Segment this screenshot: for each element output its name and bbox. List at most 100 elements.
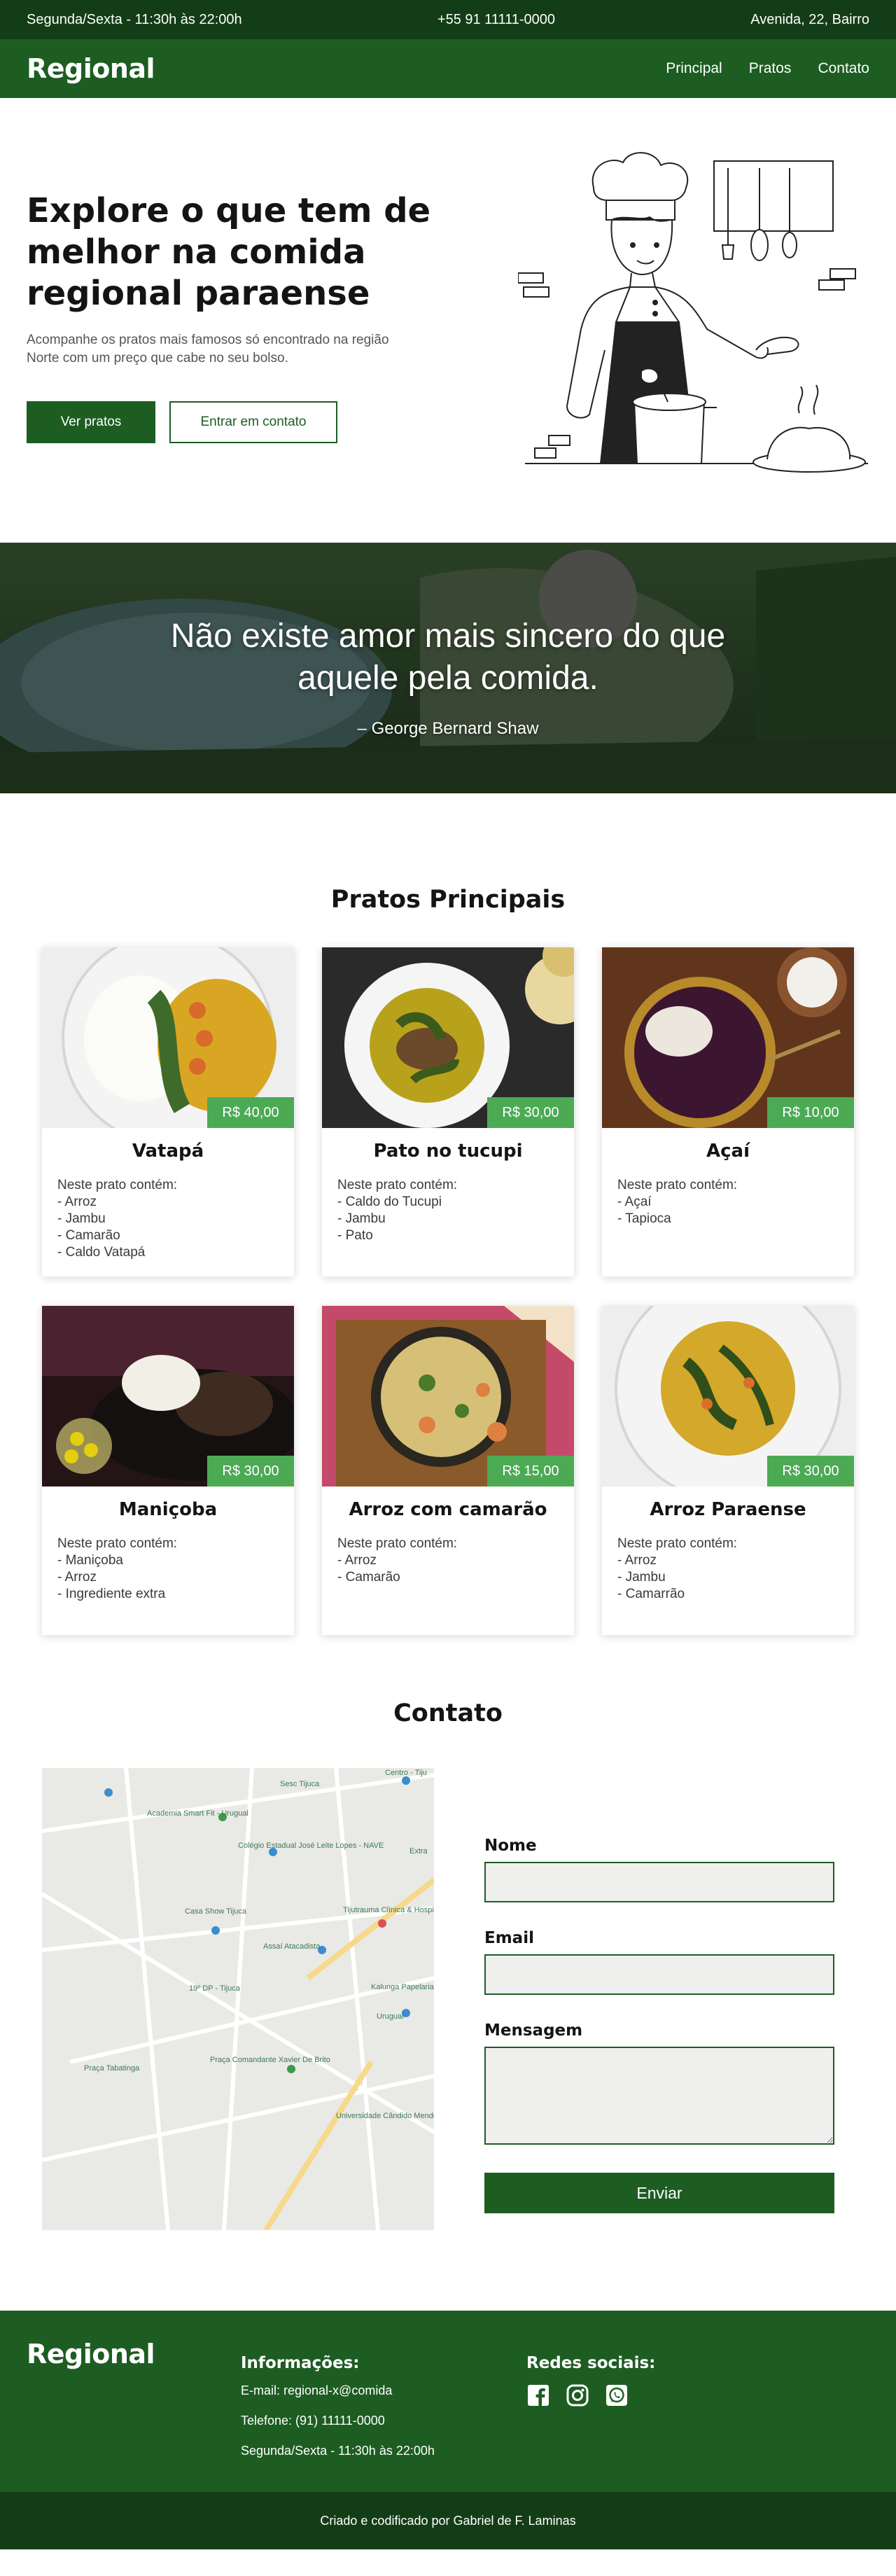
map-label: 19º DP - Tijuca	[189, 1984, 241, 1993]
ingredient: - Caldo Vatapá	[57, 1245, 146, 1260]
dish-ingredients: Neste prato contém: - Arroz - Camarão	[337, 1536, 574, 1586]
hero-title: Explore o que tem de melhor na comida re…	[27, 191, 431, 313]
map-label: Universidade Cândido Mendes Tijuca	[336, 2112, 434, 2120]
brand-logo[interactable]: Regional	[27, 53, 155, 84]
dishes-section: Pratos Principais R$ 40,00 Vatapá Neste …	[0, 793, 896, 1699]
dish-card-pato-no-tucupi[interactable]: R$ 30,00 Pato no tucupi Neste prato cont…	[322, 947, 574, 1276]
whatsapp-icon[interactable]	[605, 2383, 629, 2407]
map-label: Praça Tabatinga	[84, 2064, 140, 2073]
message-label: Mensagem	[484, 2021, 583, 2040]
map-label: Praça Comandante Xavier De Brito	[210, 2056, 330, 2064]
quote-banner: Não existe amor mais sincero do que aque…	[0, 543, 896, 793]
map-label: Centro - Tiju	[385, 1769, 427, 1777]
dish-name: Pato no tucupi	[373, 1141, 523, 1162]
footer-email: E-mail: regional-x@comida	[241, 2383, 393, 2397]
quote-content: Não existe amor mais sincero do que aque…	[0, 543, 896, 739]
ingredient: - Camarão	[57, 1228, 120, 1243]
address: Avenida, 22, Bairro	[750, 11, 869, 27]
map-label: Uruguai	[377, 2012, 404, 2021]
hero-subtitle: Acompanhe os pratos mais famosos só enco…	[27, 333, 389, 365]
name-field[interactable]	[484, 1862, 834, 1902]
nav-link-contato[interactable]: Contato	[818, 60, 869, 77]
contact-title: Contato	[393, 1699, 503, 1727]
dish-card-arroz-com-camarao[interactable]: R$ 15,00 Arroz com camarão Neste prato c…	[322, 1306, 574, 1635]
credits-bar: Criado e codificado por Gabriel de F. La…	[0, 2492, 896, 2549]
ingredient: - Jambu	[57, 1211, 106, 1226]
ingredient: - Camarão	[337, 1570, 400, 1585]
dish-card-arroz-paraense[interactable]: R$ 30,00 Arroz Paraense Neste prato cont…	[602, 1306, 854, 1635]
dish-image: R$ 30,00	[602, 1306, 854, 1487]
map-label: Colégio Estadual José Leite Lopes - NAVE	[238, 1842, 384, 1850]
ingredient: - Tapioca	[617, 1211, 671, 1226]
dish-card-acai[interactable]: R$ 10,00 Açaí Neste prato contém: - Açaí…	[602, 947, 854, 1276]
ingredient: - Pato	[337, 1228, 373, 1243]
quote-text: Não existe amor mais sincero do que aque…	[170, 618, 726, 697]
contact-button[interactable]: Entrar em contato	[169, 401, 337, 443]
dish-image: R$ 30,00	[322, 947, 574, 1128]
name-label: Nome	[484, 1837, 537, 1855]
dish-name: Arroz com camarão	[349, 1499, 547, 1520]
footer-hours: Segunda/Sexta - 11:30h às 22:00h	[241, 2444, 435, 2458]
hero-buttons: Ver pratos Entrar em contato	[27, 401, 475, 443]
dish-image: R$ 40,00	[42, 947, 294, 1128]
message-field[interactable]	[484, 2047, 834, 2145]
price-tag: R$ 40,00	[207, 1097, 294, 1128]
footer-social: Redes sociais:	[526, 2354, 655, 2407]
info-heading: Informações:	[241, 2354, 360, 2372]
facebook-icon[interactable]	[526, 2383, 550, 2407]
opening-hours: Segunda/Sexta - 11:30h às 22:00h	[27, 11, 242, 27]
contact-form: Nome Email Mensagem Enviar	[484, 1837, 836, 2213]
footer-phone: Telefone: (91) 11111-0000	[241, 2414, 385, 2428]
price-tag: R$ 15,00	[487, 1456, 574, 1487]
dishes-title: Pratos Principais	[330, 886, 566, 914]
see-dishes-button[interactable]: Ver pratos	[27, 401, 155, 443]
dish-ingredients: Neste prato contém: - Arroz - Jambu - Ca…	[57, 1177, 294, 1261]
ingredients-intro: Neste prato contém:	[57, 1178, 178, 1192]
ingredient: - Ingrediente extra	[57, 1587, 166, 1601]
dish-name: Vatapá	[132, 1141, 204, 1162]
price-tag: R$ 30,00	[767, 1456, 854, 1487]
map-label: Sesc Tijuca	[280, 1780, 320, 1788]
map-label: Extra	[410, 1847, 428, 1856]
nav-link-principal[interactable]: Principal	[666, 60, 722, 77]
navbar: Regional Principal Pratos Contato	[0, 39, 896, 98]
price-tag: R$ 30,00	[207, 1456, 294, 1487]
map-label: Casa Show Tijuca	[185, 1907, 247, 1916]
ingredient: - Camarrão	[617, 1587, 685, 1601]
ingredients-intro: Neste prato contém:	[617, 1178, 738, 1192]
email-field[interactable]	[484, 1954, 834, 1995]
dish-name: Maniçoba	[118, 1499, 218, 1520]
ingredient: - Arroz	[617, 1553, 657, 1568]
ingredients-intro: Neste prato contém:	[617, 1536, 738, 1551]
ingredients-intro: Neste prato contém:	[337, 1536, 458, 1551]
dish-image: R$ 15,00	[322, 1306, 574, 1487]
dish-name: Açaí	[706, 1141, 750, 1162]
instagram-icon[interactable]	[566, 2383, 589, 2407]
ingredient: - Jambu	[337, 1211, 386, 1226]
credits-text: Criado e codificado por Gabriel de F. La…	[320, 2513, 576, 2528]
hero-text: Explore o que tem de melhor na comida re…	[27, 190, 475, 443]
contact-section: Contato Academia Smart Fit - Urugual Col…	[0, 1699, 896, 2311]
dish-ingredients: Neste prato contém: - Arroz - Jambu - Ca…	[617, 1536, 854, 1603]
nav-links: Principal Pratos Contato	[666, 60, 869, 77]
dish-ingredients: Neste prato contém: - Açaí - Tapioca	[617, 1177, 854, 1227]
ingredient: - Maniçoba	[57, 1553, 123, 1568]
dish-card-vatapa[interactable]: R$ 40,00 Vatapá Neste prato contém: - Ar…	[42, 947, 294, 1276]
ingredient: - Arroz	[57, 1195, 97, 1209]
map-label: Tijutrauma Clínica & Hospital	[343, 1906, 434, 1914]
map-label: Assaí Atacadista	[263, 1942, 321, 1951]
dish-card-manicoba[interactable]: R$ 30,00 Maniçoba Neste prato contém: - …	[42, 1306, 294, 1635]
footer-brand[interactable]: Regional	[27, 2339, 155, 2369]
ingredient: - Jambu	[617, 1570, 666, 1585]
chef-illustration	[518, 152, 868, 473]
ingredients-intro: Neste prato contém:	[57, 1536, 178, 1551]
nav-link-pratos[interactable]: Pratos	[749, 60, 792, 77]
top-info-bar: Segunda/Sexta - 11:30h às 22:00h +55 91 …	[0, 0, 896, 39]
send-button[interactable]: Enviar	[484, 2173, 834, 2213]
ingredient: - Açaí	[617, 1195, 652, 1209]
price-tag: R$ 30,00	[487, 1097, 574, 1128]
ingredients-intro: Neste prato contém:	[337, 1178, 458, 1192]
location-map[interactable]: Academia Smart Fit - Urugual Colégio Est…	[42, 1768, 434, 2230]
footer: Regional Informações: E-mail: regional-x…	[0, 2311, 896, 2492]
quote-author: – George Bernard Shaw	[357, 719, 539, 738]
